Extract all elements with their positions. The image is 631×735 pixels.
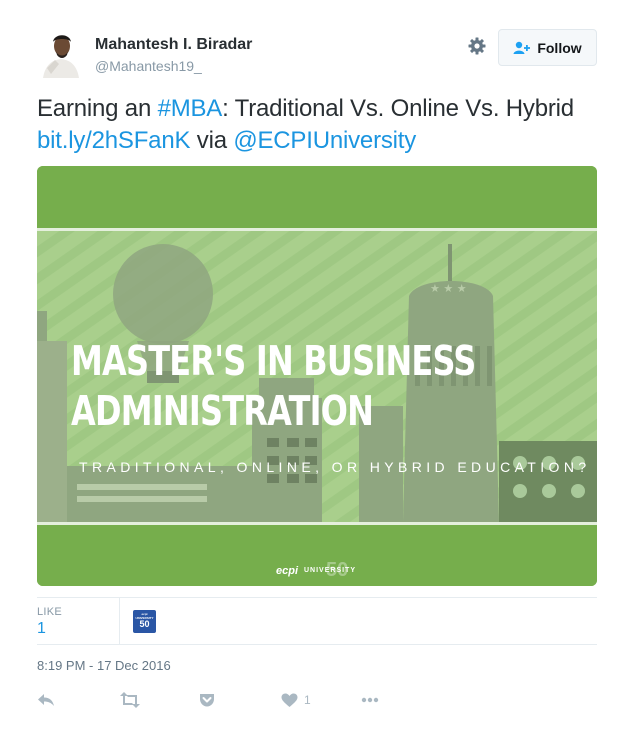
card-title-line: ADMINISTRATION	[71, 387, 374, 435]
tweet-text: Earning an #MBA: Traditional Vs. Online …	[37, 93, 597, 157]
avatar-image	[37, 30, 85, 78]
user-handle[interactable]: @Mahantesh19_	[95, 58, 202, 74]
more-button[interactable]	[361, 688, 379, 712]
heart-icon	[281, 693, 298, 707]
follow-button[interactable]: Follow	[498, 29, 597, 66]
tweet-text-part: : Traditional Vs. Online Vs. Hybrid	[222, 95, 574, 122]
url-link[interactable]: bit.ly/2hSFanK	[37, 127, 190, 154]
liker-avatar[interactable]: ecpi UNIVERSITY 50	[133, 610, 156, 633]
media-card[interactable]: ★ ★ ★ MASTER'S IN BUSINESS ADMINISTRATIO…	[37, 166, 597, 586]
card-title: MASTER'S IN BUSINESS ADMINISTRATION	[71, 336, 476, 436]
avatar[interactable]	[37, 30, 85, 78]
tweet-header: Mahantesh I. Biradar @Mahantesh19_ Follo…	[37, 28, 597, 80]
reply-button[interactable]	[37, 688, 55, 712]
pocket-icon	[200, 694, 214, 707]
tweet-actions: 1	[37, 688, 597, 712]
card-subtitle: TRADITIONAL, ONLINE, OR HYBRID EDUCATION…	[79, 459, 591, 475]
timestamp[interactable]: 8:19 PM - 17 Dec 2016	[37, 658, 171, 673]
pocket-button[interactable]	[199, 688, 215, 712]
tweet-text-part: via	[190, 127, 234, 154]
brand-50: 50	[326, 559, 349, 581]
tweet-stats: LIKE 1 ecpi UNIVERSITY 50	[37, 597, 597, 645]
card-title-line: MASTER'S IN BUSINESS	[71, 337, 476, 385]
liker-avatar-label: 50	[139, 619, 150, 629]
more-icon	[361, 697, 379, 703]
like-stat-count[interactable]: 1	[37, 620, 46, 638]
svg-text:★ ★ ★: ★ ★ ★	[430, 282, 467, 295]
user-name[interactable]: Mahantesh I. Biradar	[95, 36, 252, 54]
brand-logo: ecpi	[276, 565, 299, 577]
divider	[119, 598, 120, 644]
add-user-icon	[513, 41, 531, 54]
tweet-text-part: Earning an	[37, 95, 158, 122]
hashtag-link[interactable]: #MBA	[158, 95, 223, 122]
follow-label: Follow	[537, 39, 582, 56]
mention-link[interactable]: @ECPIUniversity	[233, 127, 416, 154]
retweet-icon	[120, 692, 140, 708]
like-button[interactable]: 1	[281, 688, 311, 712]
reply-icon	[38, 694, 54, 706]
retweet-button[interactable]	[119, 688, 141, 712]
like-stat-label: LIKE	[37, 606, 63, 618]
like-action-count: 1	[304, 693, 311, 707]
gear-icon[interactable]	[467, 36, 487, 56]
